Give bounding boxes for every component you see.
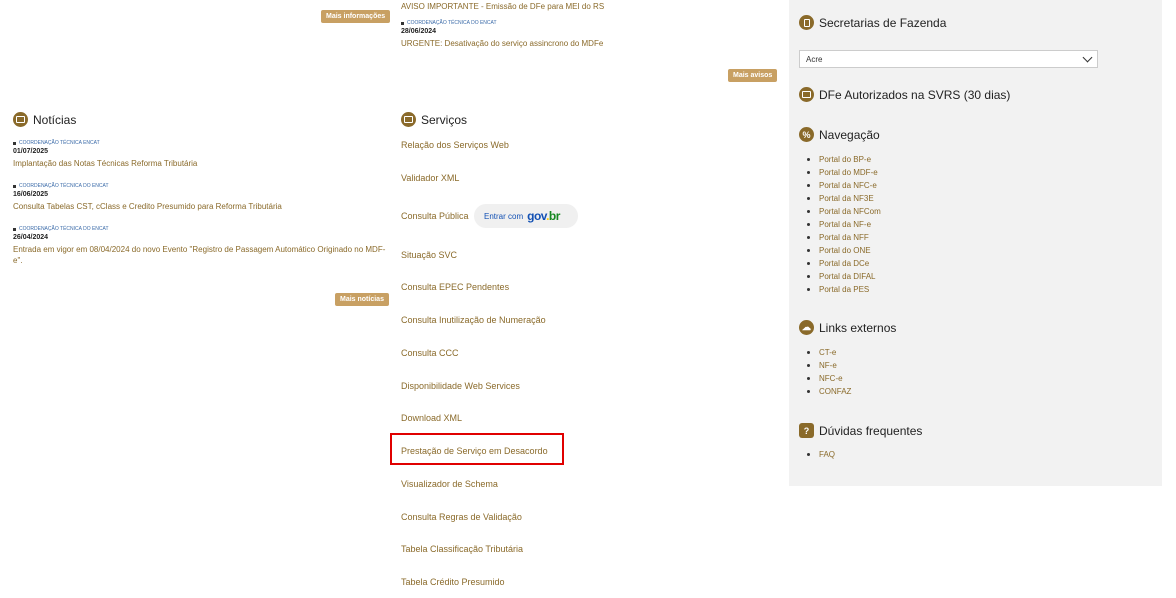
document-icon	[799, 15, 814, 30]
navegacao-title: Navegação	[819, 127, 880, 142]
newspaper-icon	[401, 112, 416, 127]
servico-link[interactable]: Consulta Pública	[401, 211, 469, 221]
servico-link[interactable]: Consulta EPEC Pendentes	[401, 282, 509, 292]
dfe-heading: DFe Autorizados na SVRS (30 dias)	[799, 87, 1010, 102]
news-title[interactable]: Implantação das Notas Técnicas Reforma T…	[13, 158, 388, 169]
question-icon: ?	[799, 423, 814, 438]
avisos-list: AVISO IMPORTANTE - Emissão de DFe para M…	[401, 1, 781, 49]
servico-link[interactable]: Consulta CCC	[401, 348, 459, 358]
links-externos-heading: ☁ Links externos	[799, 320, 896, 335]
servico-link[interactable]: Disponibilidade Web Services	[401, 381, 520, 391]
nav-link[interactable]: Portal do ONE	[807, 244, 881, 257]
nav-link[interactable]: Portal da DCe	[807, 257, 881, 270]
news-item: COORDENAÇÃO TÉCNICA DO ENCAT 26/04/2024 …	[13, 226, 388, 266]
noticias-heading: Notícias	[13, 112, 76, 127]
navegacao-heading: % Navegação	[799, 127, 880, 142]
aviso-title[interactable]: URGENTE: Desativação do serviço assincro…	[401, 38, 781, 49]
chevron-down-icon	[1082, 52, 1093, 62]
servico-link[interactable]: Validador XML	[401, 173, 459, 183]
govbr-login-button[interactable]: Entrar com gov.br	[474, 204, 578, 228]
links-externos-title: Links externos	[819, 320, 897, 335]
nav-link[interactable]: Portal da PES	[807, 283, 881, 296]
servicos-title: Serviços	[421, 112, 468, 127]
nav-link[interactable]: Portal do MDF-e	[807, 166, 881, 179]
external-link[interactable]: NFC-e	[806, 372, 851, 385]
servico-link[interactable]: Consulta Regras de Validação	[401, 512, 522, 522]
news-date: 16/06/2025	[13, 191, 49, 198]
secretarias-heading: Secretarias de Fazenda	[799, 15, 946, 30]
news-date: 01/07/2025	[13, 148, 49, 155]
servico-link[interactable]: Download XML	[401, 413, 462, 423]
nav-link[interactable]: Portal da NFC-e	[807, 179, 881, 192]
nav-link[interactable]: Portal da NF3E	[807, 192, 881, 205]
mais-informacoes-button[interactable]: Mais informações	[321, 10, 391, 23]
news-item: COORDENAÇÃO TÉCNICA DO ENCAT 16/06/2025 …	[13, 183, 388, 212]
links-externos-list: CT-e NF-e NFC-e CONFAZ	[806, 346, 851, 398]
external-link[interactable]: NF-e	[806, 359, 851, 372]
nav-link[interactable]: Portal da DIFAL	[807, 270, 881, 283]
secretarias-select[interactable]: Acre	[799, 50, 1098, 68]
noticias-list: COORDENAÇÃO TÉCNICA ENCAT 01/07/2025 Imp…	[13, 140, 388, 266]
news-category: COORDENAÇÃO TÉCNICA DO ENCAT	[13, 183, 388, 189]
duvidas-list: FAQ	[806, 448, 835, 461]
news-title[interactable]: Entrada em vigor em 08/04/2024 do novo E…	[13, 244, 388, 266]
news-item: COORDENAÇÃO TÉCNICA ENCAT 01/07/2025 Imp…	[13, 140, 388, 169]
servico-link[interactable]: Consulta Inutilização de Numeração	[401, 315, 546, 325]
aviso-category: COORDENAÇÃO TÉCNICA DO ENCAT	[401, 20, 781, 26]
nav-link[interactable]: Portal do BP-e	[807, 153, 881, 166]
servico-link[interactable]: Relação dos Serviços Web	[401, 140, 509, 150]
servico-link[interactable]: Tabela Classificação Tributária	[401, 544, 523, 554]
aviso-date: 28/06/2024	[401, 28, 437, 35]
news-category: COORDENAÇÃO TÉCNICA ENCAT	[13, 140, 388, 146]
mais-noticias-button[interactable]: Mais notícias	[335, 293, 389, 306]
servicos-heading: Serviços	[401, 112, 467, 127]
newspaper-icon	[13, 112, 28, 127]
govbr-logo: gov.br	[527, 209, 560, 223]
govbr-label: Entrar com	[484, 211, 524, 221]
news-date: 26/04/2024	[13, 234, 49, 241]
secretarias-title: Secretarias de Fazenda	[819, 15, 947, 30]
navegacao-list: Portal do BP-e Portal do MDF-e Portal da…	[807, 153, 881, 296]
external-link[interactable]: CT-e	[806, 346, 851, 359]
aviso-title[interactable]: AVISO IMPORTANTE - Emissão de DFe para M…	[401, 1, 781, 12]
noticias-title: Notícias	[33, 112, 77, 127]
news-title[interactable]: Consulta Tabelas CST, cClass e Credito P…	[13, 201, 388, 212]
nav-link[interactable]: Portal da NFCom	[807, 205, 881, 218]
servico-link[interactable]: Tabela Crédito Presumido	[401, 577, 505, 587]
cloud-icon: ☁	[799, 320, 814, 335]
news-category: COORDENAÇÃO TÉCNICA DO ENCAT	[13, 226, 388, 232]
servico-link-desacordo[interactable]: Prestação de Serviço em Desacordo	[401, 446, 548, 456]
servico-link[interactable]: Visualizador de Schema	[401, 479, 498, 489]
mais-avisos-button[interactable]: Mais avisos	[728, 69, 778, 82]
duvidas-title: Dúvidas frequentes	[819, 423, 923, 438]
link-icon: %	[799, 127, 814, 142]
external-link[interactable]: CONFAZ	[806, 385, 851, 398]
servico-link[interactable]: Situação SVC	[401, 250, 457, 260]
dfe-title[interactable]: DFe Autorizados na SVRS (30 dias)	[819, 88, 1010, 102]
faq-link[interactable]: FAQ	[806, 448, 835, 461]
nav-link[interactable]: Portal da NF-e	[807, 218, 881, 231]
duvidas-heading: ? Dúvidas frequentes	[799, 423, 922, 438]
newspaper-icon	[799, 87, 814, 102]
nav-link[interactable]: Portal da NFF	[807, 231, 881, 244]
secretarias-select-value: Acre	[806, 54, 823, 64]
